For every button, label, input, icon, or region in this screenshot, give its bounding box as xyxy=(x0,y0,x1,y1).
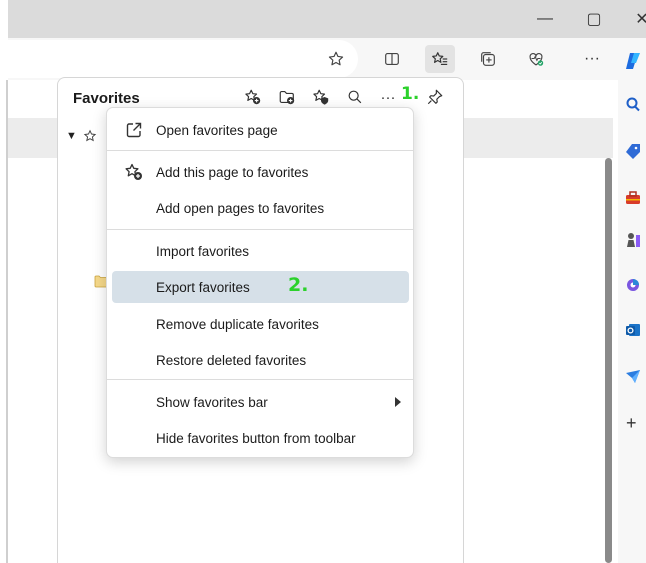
collections-icon xyxy=(481,52,495,66)
collections-button[interactable] xyxy=(473,45,503,73)
microsoft-365-icon[interactable] xyxy=(626,276,646,294)
page-header-strip xyxy=(8,118,58,158)
menu-item-label: Show favorites bar xyxy=(156,394,268,410)
favorites-icon xyxy=(432,52,448,65)
favorites-title: Favorites xyxy=(73,90,140,107)
browser-toolbar: ··· xyxy=(8,38,618,80)
drop-icon[interactable] xyxy=(626,368,646,386)
games-icon[interactable] xyxy=(626,231,646,249)
menu-item-export-favorites[interactable]: Export favorites 2. xyxy=(112,271,409,303)
menu-separator xyxy=(107,379,413,380)
outlook-icon[interactable] xyxy=(626,321,646,339)
star-outline-icon xyxy=(83,129,97,142)
menu-item-label: Remove duplicate favorites xyxy=(156,316,319,332)
close-button[interactable]: ✕ xyxy=(620,4,646,34)
favorites-tree-root[interactable]: ▼ xyxy=(66,126,97,146)
menu-item-open-favorites-page[interactable]: Open favorites page xyxy=(112,114,409,146)
search-icon xyxy=(348,90,362,104)
page-scrollbar[interactable] xyxy=(605,158,612,563)
menu-item-label: Add this page to favorites xyxy=(156,164,309,180)
menu-item-label: Import favorites xyxy=(156,243,250,259)
add-sidebar-app-button[interactable]: + xyxy=(626,413,646,433)
title-bar: — ▢ ✕ xyxy=(8,0,646,38)
tools-icon[interactable] xyxy=(626,189,646,207)
annotation-step-1: 1. xyxy=(401,84,420,104)
menu-item-label: Hide favorites button from toolbar xyxy=(156,430,356,446)
menu-separator xyxy=(107,229,413,230)
add-folder-icon xyxy=(279,91,295,105)
add-favorite-icon xyxy=(245,89,261,105)
menu-item-label: Add open pages to favorites xyxy=(156,200,325,216)
maximize-button[interactable]: ▢ xyxy=(572,4,616,34)
menu-item-hide-favorites-button[interactable]: Hide favorites button from toolbar xyxy=(112,422,409,454)
minimize-button[interactable]: — xyxy=(523,4,567,34)
pin-panel-button[interactable] xyxy=(421,84,449,110)
menu-item-restore-deleted[interactable]: Restore deleted favorites xyxy=(112,344,409,376)
add-favorite-icon xyxy=(125,163,142,180)
pin-icon xyxy=(427,89,443,105)
menu-separator xyxy=(107,150,413,151)
search-icon[interactable] xyxy=(626,95,646,113)
expand-toggle-icon[interactable]: ▼ xyxy=(66,130,77,142)
menu-item-label: Open favorites page xyxy=(156,122,278,138)
menu-item-add-this-page[interactable]: Add this page to favorites xyxy=(112,156,409,188)
menu-item-remove-duplicates[interactable]: Remove duplicate favorites xyxy=(112,308,409,340)
menu-item-import-favorites[interactable]: Import favorites xyxy=(112,235,409,267)
address-bar[interactable] xyxy=(8,40,358,78)
browser-essentials-button[interactable] xyxy=(521,45,551,73)
favorites-more-menu: Open favorites page Add this page to fav… xyxy=(106,107,414,458)
copilot-icon[interactable] xyxy=(626,52,646,70)
menu-item-add-open-pages[interactable]: Add open pages to favorites xyxy=(112,192,409,224)
right-sidebar: + xyxy=(618,38,646,563)
shopping-icon[interactable] xyxy=(626,142,646,160)
favorites-health-icon xyxy=(313,89,329,105)
open-external-icon xyxy=(126,122,142,138)
more-button[interactable]: ··· xyxy=(577,45,607,73)
browser-essentials-icon xyxy=(529,52,544,66)
page-header-strip-right xyxy=(463,118,613,158)
menu-item-label: Export favorites xyxy=(156,279,250,295)
split-screen-icon xyxy=(385,53,399,65)
split-screen-button[interactable] xyxy=(377,45,407,73)
menu-item-label: Restore deleted favorites xyxy=(156,352,307,368)
annotation-step-2: 2. xyxy=(288,274,309,296)
add-to-favorites-button[interactable] xyxy=(321,45,351,73)
favorites-button[interactable] xyxy=(425,45,455,73)
submenu-arrow-icon xyxy=(395,397,401,407)
menu-item-show-favorites-bar[interactable]: Show favorites bar xyxy=(112,386,409,418)
star-outline-icon xyxy=(328,51,344,66)
